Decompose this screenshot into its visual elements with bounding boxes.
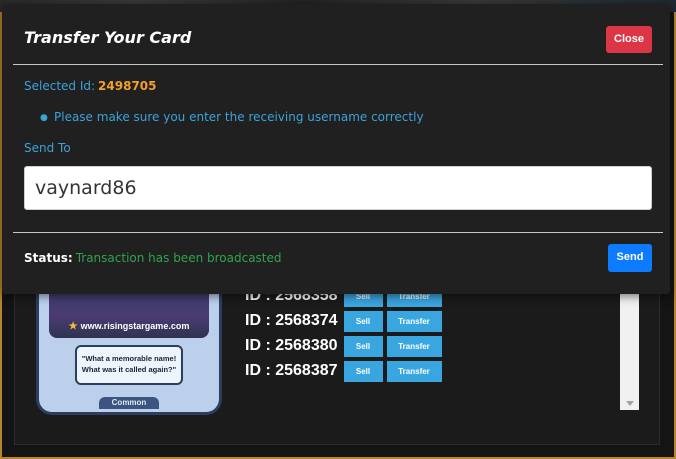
card-rarity: Common — [99, 397, 159, 409]
sell-button[interactable]: Sell — [343, 360, 383, 382]
card-id-row: ID : 2568374 Sell Transfer — [245, 310, 442, 332]
selected-id-label: Selected Id: — [24, 79, 96, 93]
header-divider — [13, 64, 663, 65]
sell-button[interactable]: Sell — [343, 335, 383, 357]
warning-text: Please make sure you enter the receiving… — [54, 110, 424, 124]
status-message: Transaction has been broadcasted — [75, 251, 282, 265]
card-id-row: ID : 2568387 Sell Transfer — [245, 360, 442, 382]
status-line: Status: Transaction has been broadcasted — [24, 251, 282, 265]
send-button[interactable]: Send — [608, 244, 652, 272]
card-image: ★ www.risingstargame.com "What a memorabl… — [36, 283, 222, 415]
card-id-row: ID : 2568380 Sell Transfer — [245, 335, 442, 357]
transfer-button[interactable]: Transfer — [386, 310, 442, 332]
card-id: ID : 2568387 — [245, 362, 338, 379]
card-id: ID : 2568374 — [245, 312, 338, 329]
status-label: Status: — [24, 251, 73, 265]
send-to-label: Send To — [24, 141, 71, 155]
username-warning: ● Please make sure you enter the receivin… — [40, 110, 424, 124]
close-button[interactable]: Close — [606, 26, 652, 53]
card-quote: "What a memorable name! What was it call… — [75, 345, 183, 385]
id-list-scrollbar[interactable] — [620, 286, 639, 410]
sell-button[interactable]: Sell — [343, 310, 383, 332]
scroll-down-arrow-icon[interactable] — [626, 401, 634, 406]
selected-id-line: Selected Id: 2498705 — [24, 79, 157, 93]
transfer-button[interactable]: Transfer — [386, 360, 442, 382]
card-site-label: ★ www.risingstargame.com — [68, 321, 190, 332]
star-icon: ★ — [68, 321, 78, 332]
selected-id-value: 2498705 — [98, 79, 157, 93]
card-id: ID : 2568380 — [245, 337, 338, 354]
transfer-modal: Transfer Your Card Close Selected Id: 249… — [2, 4, 670, 294]
username-input[interactable] — [24, 166, 652, 210]
transfer-button[interactable]: Transfer — [386, 335, 442, 357]
bullet-icon: ● — [40, 112, 48, 123]
footer-divider — [13, 232, 663, 233]
modal-title: Transfer Your Card — [24, 28, 192, 47]
